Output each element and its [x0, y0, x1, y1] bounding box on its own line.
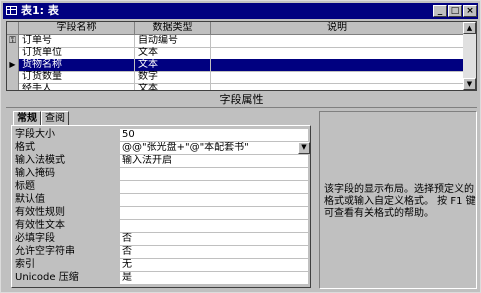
field-row[interactable]: 经手人 文本 [7, 83, 464, 90]
maximize-button[interactable]: □ [448, 5, 462, 17]
field-name-cell[interactable]: 订货单位 [19, 47, 135, 59]
dropdown-arrow-icon[interactable]: ▼ [298, 142, 310, 154]
property-row: 必填字段 否 [12, 233, 310, 246]
property-value-input[interactable]: 无 [120, 259, 308, 271]
row-selector[interactable] [7, 71, 19, 83]
description-cell[interactable] [211, 35, 464, 47]
help-panel: 该字段的显示布局。选择预定义的格式或输入自定义格式。 按 F1 键可查看有关格式… [319, 111, 477, 289]
property-row: 索引 无 [12, 259, 310, 272]
scroll-down-icon[interactable]: ▼ [463, 78, 476, 90]
property-label: 默认值 [15, 194, 45, 205]
property-label: 允许空字符串 [15, 246, 75, 257]
field-name-cell[interactable]: 订货数量 [19, 71, 135, 83]
data-type-cell[interactable]: 文本 [135, 83, 211, 90]
property-value-input[interactable]: 50 [120, 129, 308, 141]
data-type-cell[interactable]: 数字 [135, 71, 211, 83]
property-row: 有效性规则 [12, 207, 310, 220]
property-value-input[interactable]: 否 [120, 233, 308, 245]
property-value-input[interactable] [120, 220, 308, 232]
description-cell[interactable] [211, 71, 464, 83]
property-label: 标题 [15, 181, 35, 192]
property-label: 输入法模式 [15, 155, 65, 166]
tab-general[interactable]: 常规 [13, 111, 41, 126]
general-properties-panel: 字段大小 50 格式 @@"张光盘+"@"本配套书" ▼ 输入法模式 输入法开启输入掩码标题… [11, 125, 311, 288]
help-text: 该字段的显示布局。选择预定义的格式或输入自定义格式。 按 F1 键可查看有关格式… [324, 184, 476, 219]
row-selector[interactable] [7, 83, 19, 90]
property-label: 格式 [15, 142, 35, 153]
field-name-cell[interactable]: 经手人 [19, 83, 135, 90]
property-label: 有效性文本 [15, 220, 65, 231]
field-properties-title: 字段属性 [6, 93, 477, 108]
key-icon[interactable]: ⚿ [7, 35, 19, 47]
description-cell[interactable] [211, 59, 464, 71]
data-type-cell[interactable]: 文本 [135, 59, 211, 71]
property-label: 有效性规则 [15, 207, 65, 218]
row-pointer-icon[interactable]: ▶ [7, 59, 19, 71]
property-row: 有效性文本 [12, 220, 310, 233]
property-label: 必填字段 [15, 233, 55, 244]
property-row: 允许空字符串 否 [12, 246, 310, 259]
property-row: 格式 @@"张光盘+"@"本配套书" ▼ [12, 142, 310, 155]
table-icon [6, 6, 17, 15]
property-label: 索引 [15, 259, 35, 270]
property-label: 字段大小 [15, 129, 55, 140]
data-type-cell[interactable]: 自动编号 [135, 35, 211, 47]
property-row: 字段大小 50 [12, 129, 310, 142]
description-cell[interactable] [211, 83, 464, 90]
window-title: 表1: 表 [21, 4, 59, 17]
property-value-input[interactable]: 输入法开启 [120, 155, 308, 167]
grid-header: 字段名称 数据类型 说明 [7, 22, 464, 35]
header-description[interactable]: 说明 [211, 22, 464, 34]
title-bar[interactable]: 表1: 表 _ □ × [3, 3, 478, 19]
header-field-name[interactable]: 字段名称 [19, 22, 135, 34]
property-row: 输入法模式 输入法开启 [12, 155, 310, 168]
property-row: 输入掩码 [12, 168, 310, 181]
data-type-cell[interactable]: 文本 [135, 47, 211, 59]
header-selector-cell [7, 22, 19, 34]
property-value-input[interactable]: @@"张光盘+"@"本配套书" [120, 142, 308, 154]
grid-scrollbar[interactable]: ▲ ▼ [463, 22, 476, 90]
header-data-type[interactable]: 数据类型 [135, 22, 211, 34]
close-button[interactable]: × [463, 5, 477, 17]
field-name-cell[interactable]: 订单号 [19, 35, 135, 47]
field-name-cell[interactable]: 货物名称 [19, 59, 135, 71]
scroll-up-icon[interactable]: ▲ [463, 22, 476, 34]
property-label: 输入掩码 [15, 168, 55, 179]
field-grid: 字段名称 数据类型 说明 ⚿ 订单号 自动编号 订货单位 文本 ▶ 货物名称 文本 订货数量 数字… [6, 21, 477, 91]
tab-lookup[interactable]: 查阅 [41, 111, 69, 126]
property-value-input[interactable] [120, 181, 308, 193]
property-row: 标题 [12, 181, 310, 194]
property-value-input[interactable]: 否 [120, 246, 308, 258]
property-label: Unicode 压缩 [15, 272, 79, 283]
property-value-input[interactable] [120, 207, 308, 219]
property-value-input[interactable] [120, 168, 308, 180]
property-row: 默认值 [12, 194, 310, 207]
row-selector[interactable] [7, 47, 19, 59]
table-design-window: 表1: 表 _ □ × 字段名称 数据类型 说明 ⚿ 订单号 自动编号 订货单位 文本 ▶… [0, 0, 481, 293]
minimize-button[interactable]: _ [433, 5, 447, 17]
property-value-input[interactable]: 是 [120, 272, 308, 284]
property-value-input[interactable] [120, 194, 308, 206]
description-cell[interactable] [211, 47, 464, 59]
property-row: Unicode 压缩 是 [12, 272, 310, 285]
